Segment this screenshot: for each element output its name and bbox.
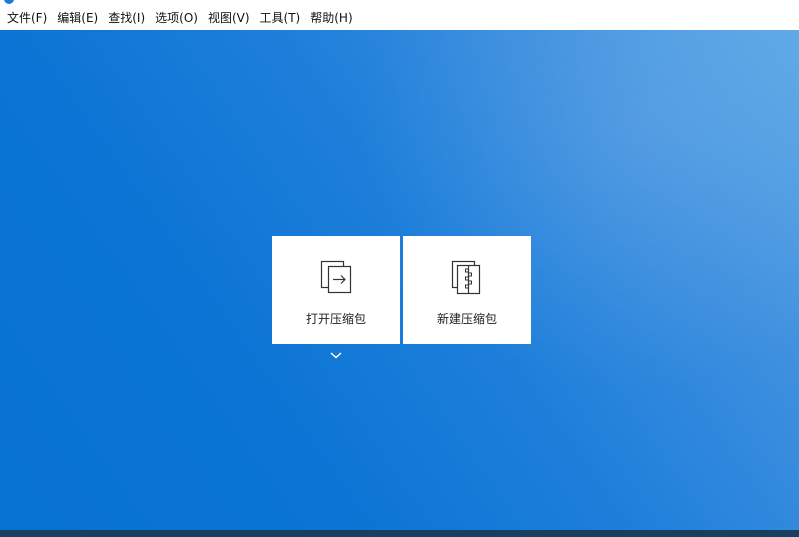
open-archive-label: 打开压缩包	[305, 312, 366, 326]
app-window: 文件(F) 编辑(E) 查找(I) 选项(O) 视图(V) 工具(T) 帮助(H…	[0, 0, 799, 537]
app-logo-icon	[4, 0, 14, 4]
menu-file[interactable]: 文件(F)	[2, 8, 52, 28]
open-archive-icon	[320, 260, 352, 294]
menu-edit[interactable]: 编辑(E)	[52, 8, 103, 28]
menu-find[interactable]: 查找(I)	[103, 8, 150, 28]
chevron-down-icon[interactable]	[329, 350, 343, 360]
menu-view[interactable]: 视图(V)	[203, 8, 255, 28]
workspace-area: 打开压缩包 新建压缩包	[0, 30, 799, 530]
new-archive-button[interactable]: 新建压缩包	[403, 236, 531, 344]
open-archive-button[interactable]: 打开压缩包	[272, 236, 400, 344]
zip-archive-icon	[451, 260, 481, 295]
status-bar	[0, 530, 799, 537]
menu-tools[interactable]: 工具(T)	[255, 8, 306, 28]
new-archive-label: 新建压缩包	[436, 312, 497, 326]
menu-options[interactable]: 选项(O)	[150, 8, 203, 28]
menu-bar: 文件(F) 编辑(E) 查找(I) 选项(O) 视图(V) 工具(T) 帮助(H…	[0, 6, 799, 30]
menu-help[interactable]: 帮助(H)	[305, 8, 357, 28]
